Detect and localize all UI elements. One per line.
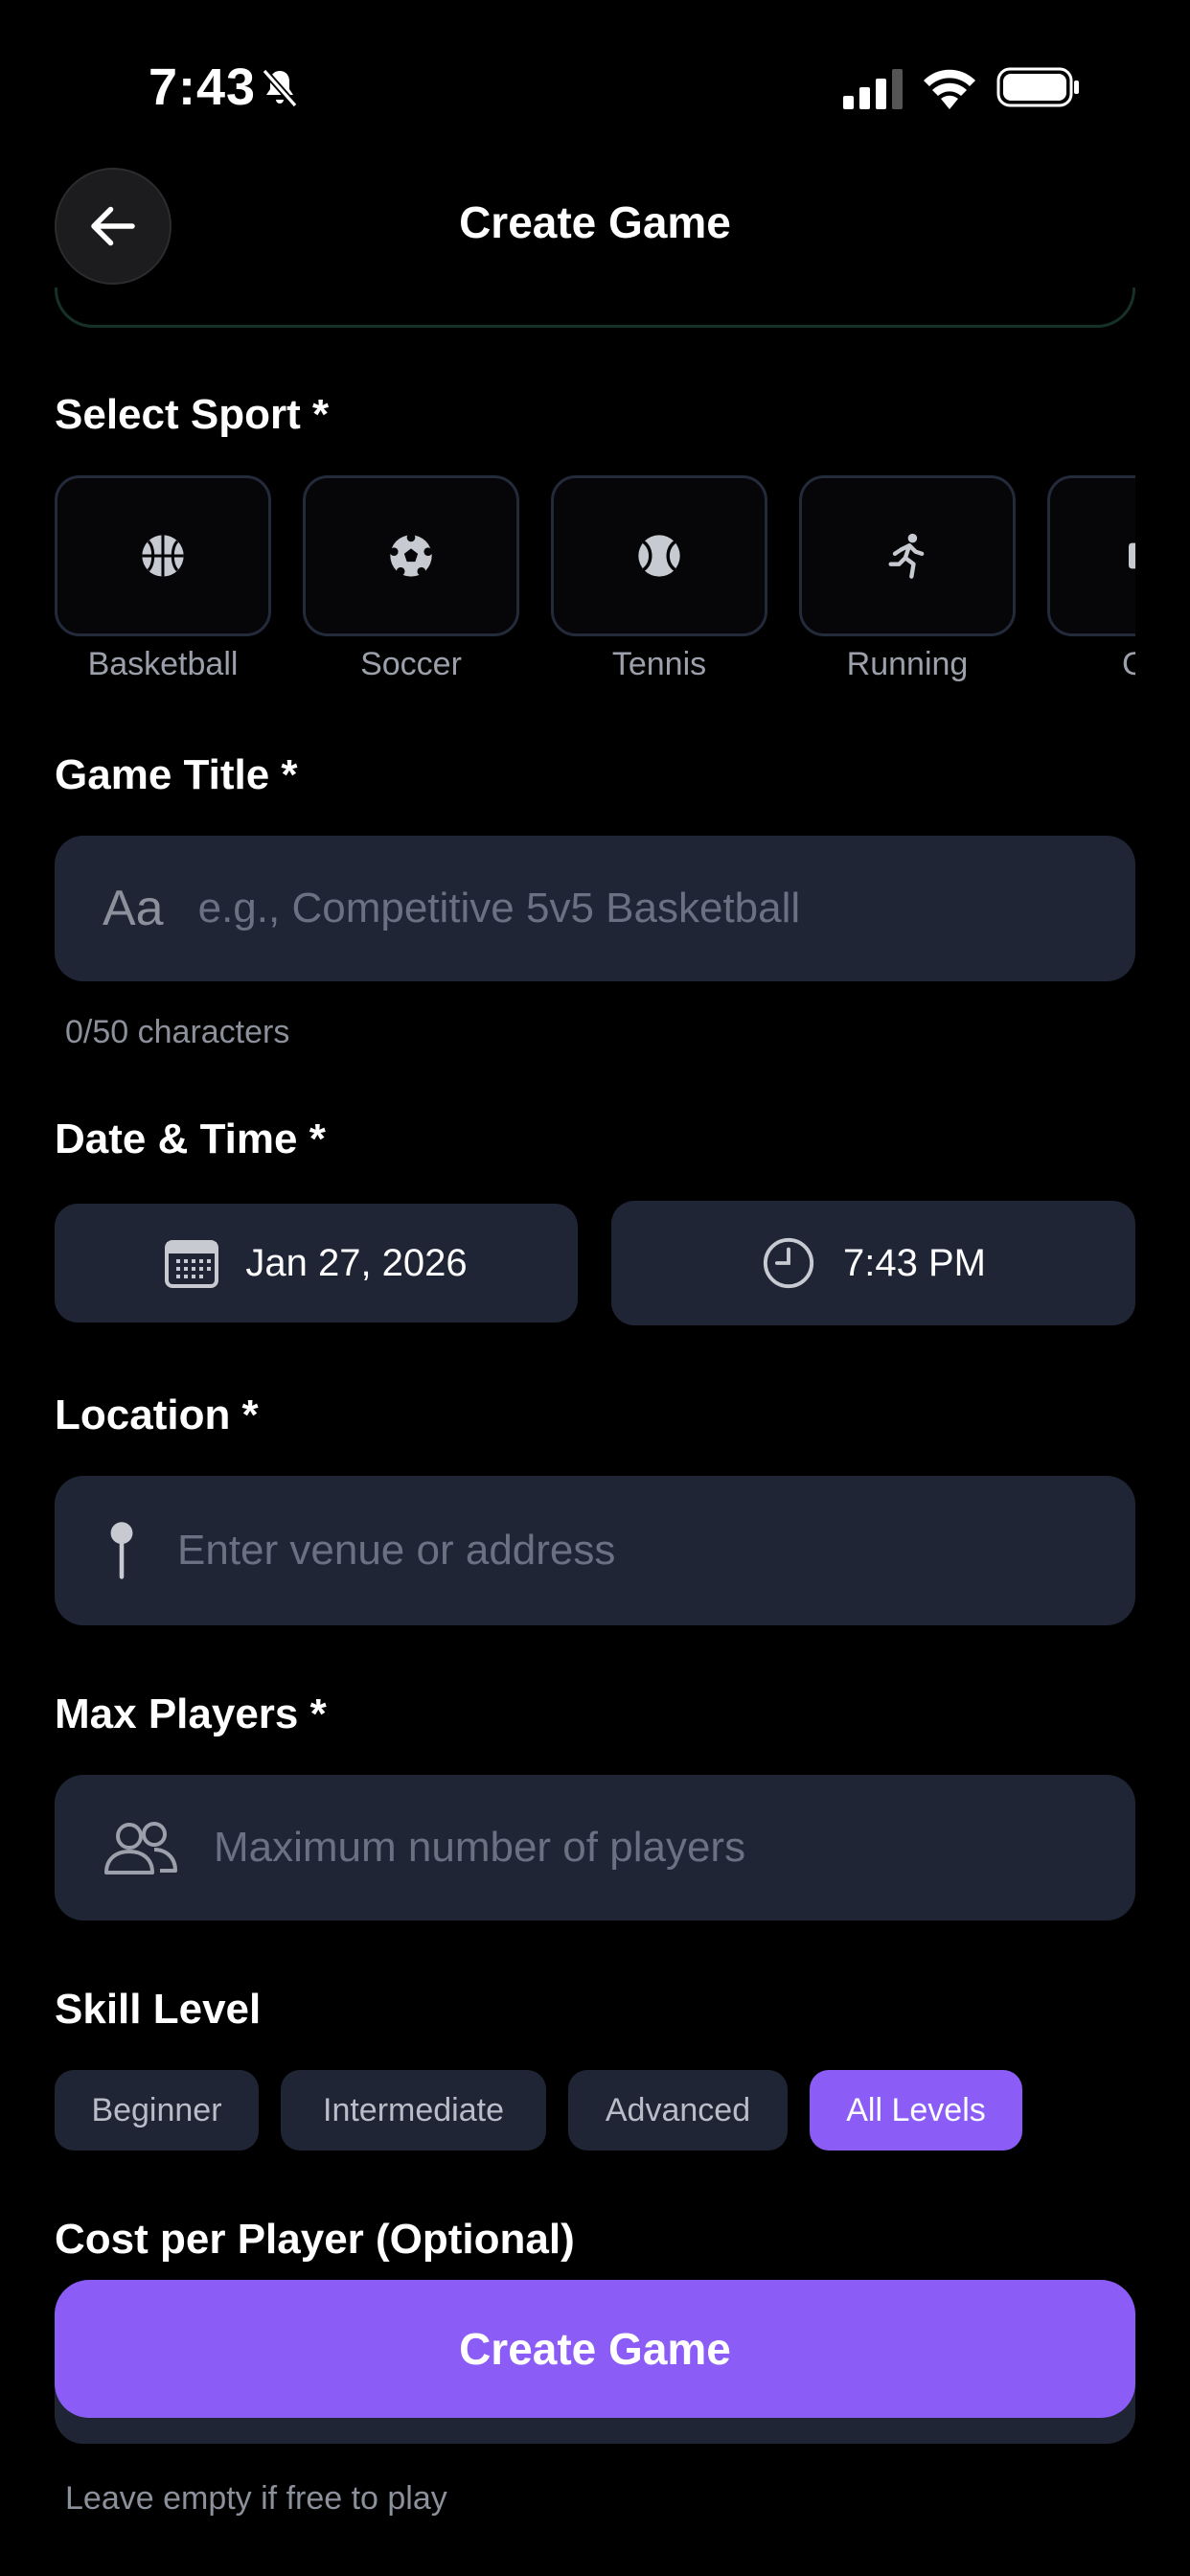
max-players-input[interactable]: Maximum number of players (55, 1775, 1135, 1920)
sport-option-partial[interactable]: G (1047, 475, 1135, 683)
location-label: Location * (55, 1392, 259, 1438)
cellular-signal-icon (843, 69, 903, 109)
clock-icon (763, 1237, 814, 1289)
status-time: 7:43 (149, 58, 257, 116)
tennis-ball-icon (638, 535, 680, 577)
sport-option-tennis[interactable]: Tennis (551, 475, 767, 683)
max-players-placeholder: Maximum number of players (214, 1824, 746, 1871)
game-title-label: Game Title * (55, 751, 298, 798)
create-game-button[interactable]: Create Game (55, 2280, 1135, 2418)
game-title-input[interactable]: Aa e.g., Competitive 5v5 Basketball (55, 836, 1135, 981)
date-time-label: Date & Time * (55, 1116, 326, 1162)
cost-label: Cost per Player (Optional) (55, 2216, 575, 2263)
game-title-placeholder: e.g., Competitive 5v5 Basketball (197, 885, 801, 932)
selected-date: Jan 27, 2026 (245, 1241, 468, 1284)
battery-icon (996, 67, 1079, 107)
map-pin-icon (110, 1522, 133, 1579)
silent-bell-icon (262, 68, 298, 108)
skill-option-intermediate[interactable]: Intermediate (281, 2070, 546, 2150)
sport-selector: Basketball Soccer Tennis Running G (55, 475, 1135, 696)
wifi-icon (924, 69, 975, 109)
max-players-label: Max Players * (55, 1690, 327, 1737)
sport-option-running[interactable]: Running (799, 475, 1016, 683)
skill-option-beginner[interactable]: Beginner (55, 2070, 259, 2150)
sport-section-label: Select Sport * (55, 391, 330, 438)
text-format-icon: Aa (103, 881, 164, 936)
selected-time: 7:43 PM (843, 1241, 986, 1284)
time-picker-button[interactable]: 7:43 PM (611, 1201, 1135, 1325)
location-placeholder: Enter venue or address (177, 1527, 616, 1574)
skill-option-all-levels[interactable]: All Levels (810, 2070, 1022, 2150)
users-icon (104, 1822, 177, 1874)
character-counter: 0/50 characters (65, 1014, 290, 1050)
sport-icon (1129, 542, 1135, 569)
basketball-icon (142, 535, 184, 577)
page-title: Create Game (459, 197, 731, 247)
skill-level-label: Skill Level (55, 1986, 262, 2033)
soccer-ball-icon (389, 533, 433, 577)
date-picker-button[interactable]: Jan 27, 2026 (55, 1204, 578, 1322)
scrolled-card-edge (55, 288, 1135, 328)
cost-hint: Leave empty if free to play (65, 2480, 447, 2517)
sport-option-soccer[interactable]: Soccer (303, 475, 519, 683)
sport-option-basketball[interactable]: Basketball (55, 475, 271, 683)
running-icon (888, 533, 925, 579)
calendar-icon (165, 1240, 219, 1288)
skill-option-advanced[interactable]: Advanced (568, 2070, 788, 2150)
location-input[interactable]: Enter venue or address (55, 1476, 1135, 1625)
